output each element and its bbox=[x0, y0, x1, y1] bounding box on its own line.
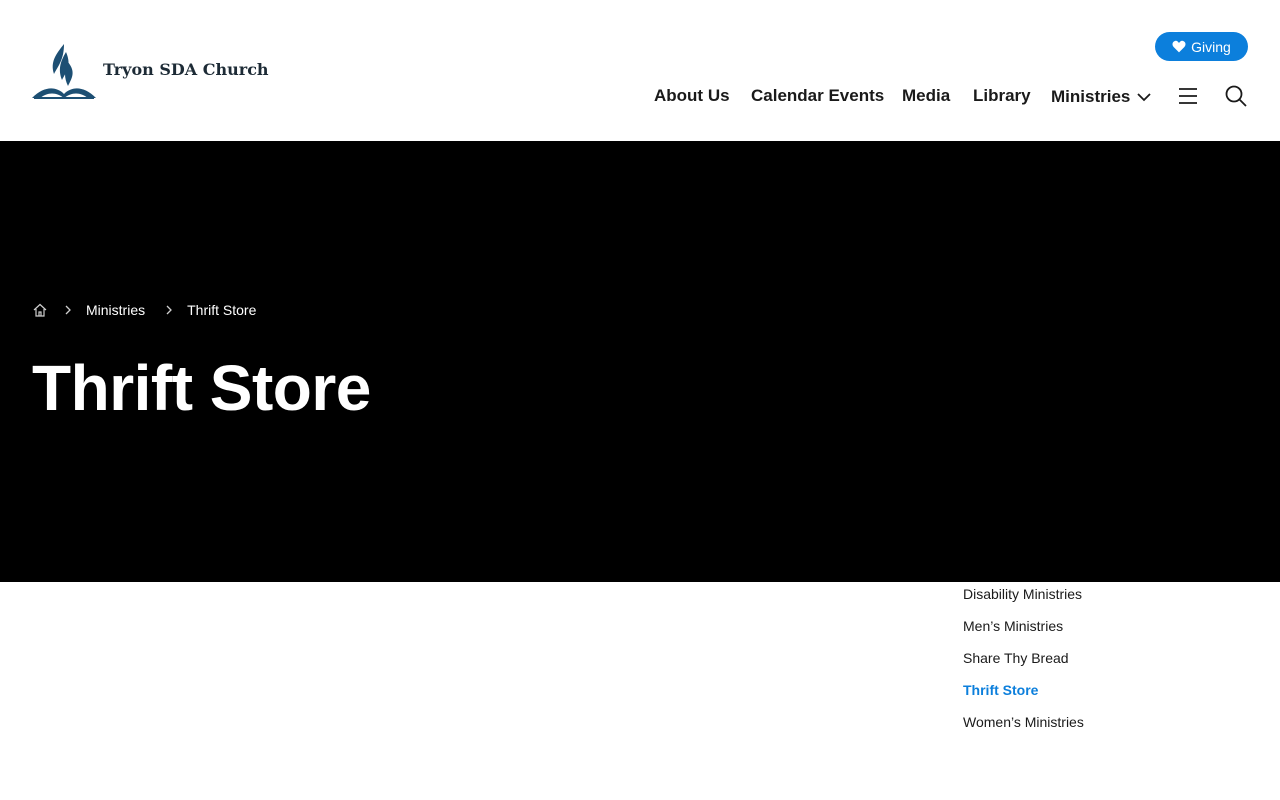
breadcrumb-current: Thrift Store bbox=[187, 302, 257, 318]
chevron-down-icon[interactable] bbox=[1136, 89, 1152, 105]
chevron-right-icon bbox=[166, 305, 173, 315]
search-icon[interactable] bbox=[1224, 84, 1248, 108]
subnav-item-mens-ministries[interactable]: Men’s Ministries bbox=[963, 618, 1063, 634]
menu-icon[interactable] bbox=[1176, 84, 1200, 108]
nav-ministries[interactable]: Ministries bbox=[1051, 86, 1152, 108]
page-title: Thrift Store bbox=[32, 352, 371, 424]
hero-banner: Ministries Thrift Store Thrift Store bbox=[0, 141, 1280, 582]
heart-icon bbox=[1172, 40, 1186, 53]
nav-calendar-events[interactable]: Calendar Events bbox=[751, 86, 884, 108]
breadcrumb: Ministries Thrift Store bbox=[32, 300, 256, 320]
nav-ministries-label: Ministries bbox=[1051, 87, 1131, 106]
subnav-item-disability-ministries[interactable]: Disability Ministries bbox=[963, 586, 1082, 602]
giving-button[interactable]: Giving bbox=[1155, 32, 1248, 61]
nav-library[interactable]: Library bbox=[973, 86, 1031, 108]
subnav-item-thrift-store[interactable]: Thrift Store bbox=[963, 682, 1038, 698]
breadcrumb-ministries[interactable]: Ministries bbox=[86, 302, 145, 318]
giving-label: Giving bbox=[1191, 38, 1231, 55]
subnav-item-womens-ministries[interactable]: Women’s Ministries bbox=[963, 714, 1084, 730]
chevron-right-icon bbox=[65, 305, 71, 315]
church-logo-icon[interactable] bbox=[30, 40, 98, 102]
nav-media[interactable]: Media bbox=[902, 86, 950, 108]
home-icon[interactable] bbox=[32, 302, 48, 318]
site-name[interactable]: Tryon SDA Church bbox=[103, 60, 269, 79]
subnav-item-share-thy-bread[interactable]: Share Thy Bread bbox=[963, 650, 1069, 666]
nav-about-us[interactable]: About Us bbox=[654, 86, 730, 108]
site-header: Tryon SDA Church Giving About Us Calenda… bbox=[0, 0, 1280, 141]
